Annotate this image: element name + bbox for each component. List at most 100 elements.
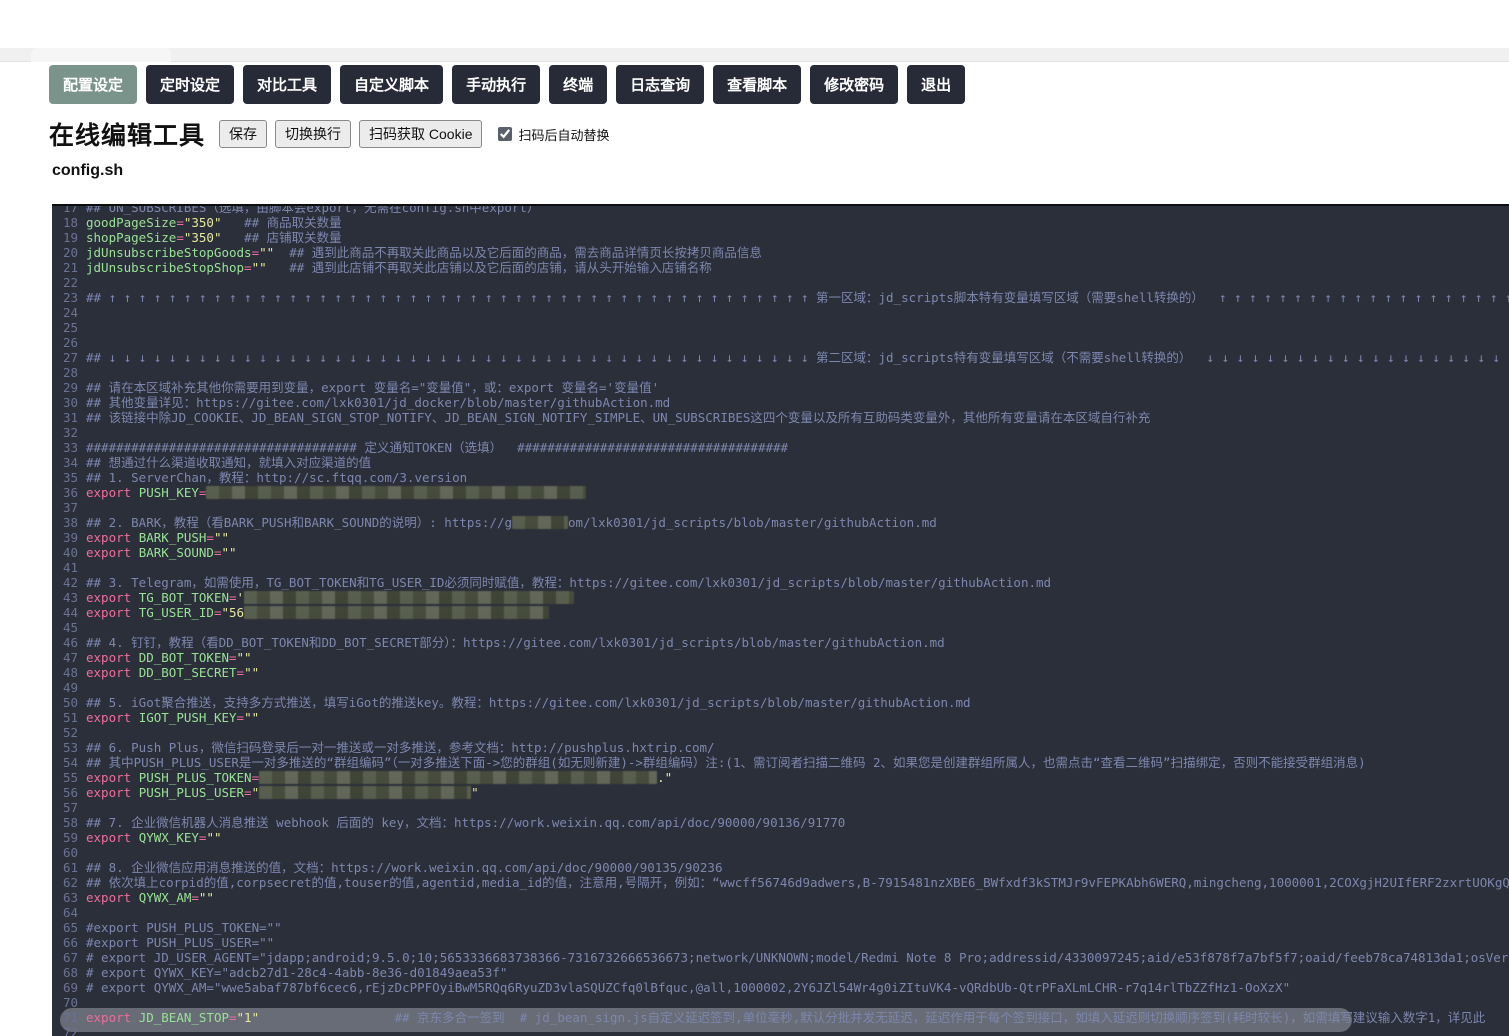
code-content — [86, 560, 1509, 575]
code-line: 59 export QYWX_KEY="" — [52, 830, 1509, 845]
code-content: # export JD_USER_AGENT="jdapp;android;9.… — [86, 950, 1509, 965]
code-line: 20 jdUnsubscribeStopGoods="" ## 遇到此商品不再取关… — [52, 245, 1509, 260]
code-content: ## 1. ServerChan，教程：http://sc.ftqq.com/3… — [86, 470, 468, 485]
code-content: #################################### 定义通… — [86, 440, 789, 455]
line-number: 30 — [62, 395, 78, 410]
code-line: 31 ## 该链接中除JD_COOKIE、JD_BEAN_SIGN_STOP_NO… — [52, 410, 1509, 425]
code-content — [86, 320, 1509, 335]
toggle-wrap-button[interactable]: 切换换行 — [275, 120, 352, 148]
code-line: 22 — [52, 275, 1509, 290]
line-number: 19 — [62, 230, 78, 245]
code-editor[interactable]: 17 ## UN_SUBSCRIBES（选填，由脚本会export，无需在conf… — [52, 204, 1509, 1036]
nav-button-view-script[interactable]: 查看脚本 — [713, 65, 802, 104]
line-number: 37 — [62, 500, 78, 515]
code-content: # export QYWX_AM="wwe5abaf787bf6cec6,rEj… — [86, 980, 1291, 995]
redacted-value — [512, 516, 569, 529]
redacted-value — [244, 591, 575, 604]
code-content: export QYWX_AM="" — [86, 890, 214, 905]
code-line: 58 ## 7. 企业微信机器人消息推送 webhook 后面的 key，文档：h… — [52, 815, 1509, 830]
code-line: 69 # export QYWX_AM="wwe5abaf787bf6cec6,r… — [52, 980, 1509, 995]
line-number: 57 — [62, 800, 78, 815]
auto-replace-label[interactable]: 扫码后自动替换 — [518, 125, 609, 144]
nav-button-custom-script[interactable]: 自定义脚本 — [340, 65, 444, 104]
code-content: export IGOT_PUSH_KEY="" — [86, 710, 260, 725]
code-line: 45 — [52, 620, 1509, 635]
code-line: 63 export QYWX_AM="" — [52, 890, 1509, 905]
code-line: 44 export TG_USER_ID="56 — [52, 605, 1509, 620]
line-number: 53 — [62, 740, 78, 755]
code-line: 18 goodPageSize="350" ## 商品取关数量 — [52, 215, 1509, 230]
code-line: 64 — [52, 905, 1509, 920]
code-content: #export PUSH_PLUS_USER="" — [86, 935, 275, 950]
code-content — [86, 620, 1509, 635]
code-line: 19 shopPageSize="350" ## 店铺取关数量 — [52, 230, 1509, 245]
browser-tab-remnant — [31, 48, 171, 62]
code-lines: 17 ## UN_SUBSCRIBES（选填，由脚本会export，无需在conf… — [52, 206, 1509, 1036]
line-number: 62 — [62, 875, 78, 890]
save-button[interactable]: 保存 — [219, 120, 268, 148]
line-number: 68 — [62, 965, 78, 980]
code-line: 65 #export PUSH_PLUS_TOKEN="" — [52, 920, 1509, 935]
code-content: ## 7. 企业微信机器人消息推送 webhook 后面的 key，文档：htt… — [86, 815, 846, 830]
code-content: ## 6. Push Plus，微信扫码登录后一对一推送或一对多推送，参考文档：… — [86, 740, 715, 755]
code-line: 56 export PUSH_PLUS_USER=" " — [52, 785, 1509, 800]
code-line: 49 — [52, 680, 1509, 695]
code-line: 29 ## 请在本区域补充其他你需要用到变量，export 变量名="变量值"，或… — [52, 380, 1509, 395]
line-number: 25 — [62, 320, 78, 335]
code-line: 61 ## 8. 企业微信应用消息推送的值，文档：https://work.wei… — [52, 860, 1509, 875]
line-number: 45 — [62, 620, 78, 635]
code-line: 72 — [52, 1025, 1509, 1036]
code-content — [86, 680, 1509, 695]
code-line: 54 ## 其中PUSH_PLUS_USER是一对多推送的“群组编码”（一对多推送… — [52, 755, 1509, 770]
code-content — [86, 425, 1509, 440]
line-number: 38 — [62, 515, 78, 530]
code-line: 35 ## 1. ServerChan，教程：http://sc.ftqq.com… — [52, 470, 1509, 485]
code-line: 21 jdUnsubscribeStopShop="" ## 遇到此店铺不再取关此… — [52, 260, 1509, 275]
nav-button-timer-settings[interactable]: 定时设定 — [146, 65, 235, 104]
nav-button-logout[interactable]: 退出 — [907, 65, 966, 104]
line-number: 58 — [62, 815, 78, 830]
nav-button-compare-tool[interactable]: 对比工具 — [243, 65, 332, 104]
line-number: 41 — [62, 560, 78, 575]
code-line: 39 export BARK_PUSH="" — [52, 530, 1509, 545]
nav-button-change-password[interactable]: 修改密码 — [810, 65, 899, 104]
auto-replace-checkbox[interactable] — [498, 127, 513, 141]
code-content: ## 其中PUSH_PLUS_USER是一对多推送的“群组编码”（一对多推送下面… — [86, 755, 1366, 770]
nav-button-log-query[interactable]: 日志查询 — [616, 65, 705, 104]
code-line: 41 — [52, 560, 1509, 575]
nav-button-config-settings[interactable]: 配置设定 — [49, 65, 138, 104]
code-content — [86, 905, 1509, 920]
code-content: ## 5. iGot聚合推送，支持多方式推送，填写iGot的推送key。教程：h… — [86, 695, 971, 710]
line-number: 49 — [62, 680, 78, 695]
line-number: 55 — [62, 770, 78, 785]
code-content: ## 其他变量详见：https://gitee.com/lxk0301/jd_d… — [86, 395, 671, 410]
code-line: 67 # export JD_USER_AGENT="jdapp;android;… — [52, 950, 1509, 965]
redacted-value — [206, 486, 587, 499]
code-content — [86, 335, 1509, 350]
line-number: 20 — [62, 245, 78, 260]
code-content — [86, 305, 1509, 320]
scan-cookie-button[interactable]: 扫码获取 Cookie — [359, 120, 483, 148]
code-line: 32 — [52, 425, 1509, 440]
code-line: 70 — [52, 995, 1509, 1010]
nav-button-terminal[interactable]: 终端 — [549, 65, 608, 104]
code-line: 53 ## 6. Push Plus，微信扫码登录后一对一推送或一对多推送，参考文… — [52, 740, 1509, 755]
code-content — [86, 800, 1509, 815]
main-navbar: 配置设定 定时设定 对比工具 自定义脚本 手动执行 终端 日志查询 查看脚本 修改密码 退出 — [49, 65, 966, 104]
line-number: 59 — [62, 830, 78, 845]
code-content: export BARK_SOUND="" — [86, 545, 237, 560]
line-number: 67 — [62, 950, 78, 965]
line-number: 39 — [62, 530, 78, 545]
nav-button-manual-run[interactable]: 手动执行 — [452, 65, 541, 104]
line-number: 72 — [62, 1025, 78, 1036]
code-line: 25 — [52, 320, 1509, 335]
code-line: 66 #export PUSH_PLUS_USER="" — [52, 935, 1509, 950]
code-content: export TG_BOT_TOKEN=' — [86, 590, 1509, 605]
code-content: #export PUSH_PLUS_TOKEN="" — [86, 920, 282, 935]
code-content: export DD_BOT_SECRET="" — [86, 665, 260, 680]
code-line: 42 ## 3. Telegram，如需使用，TG_BOT_TOKEN和TG_US… — [52, 575, 1509, 590]
line-number: 22 — [62, 275, 78, 290]
code-line: 51 export IGOT_PUSH_KEY="" — [52, 710, 1509, 725]
code-content: ## 该链接中除JD_COOKIE、JD_BEAN_SIGN_STOP_NOTI… — [86, 410, 1151, 425]
line-number: 66 — [62, 935, 78, 950]
